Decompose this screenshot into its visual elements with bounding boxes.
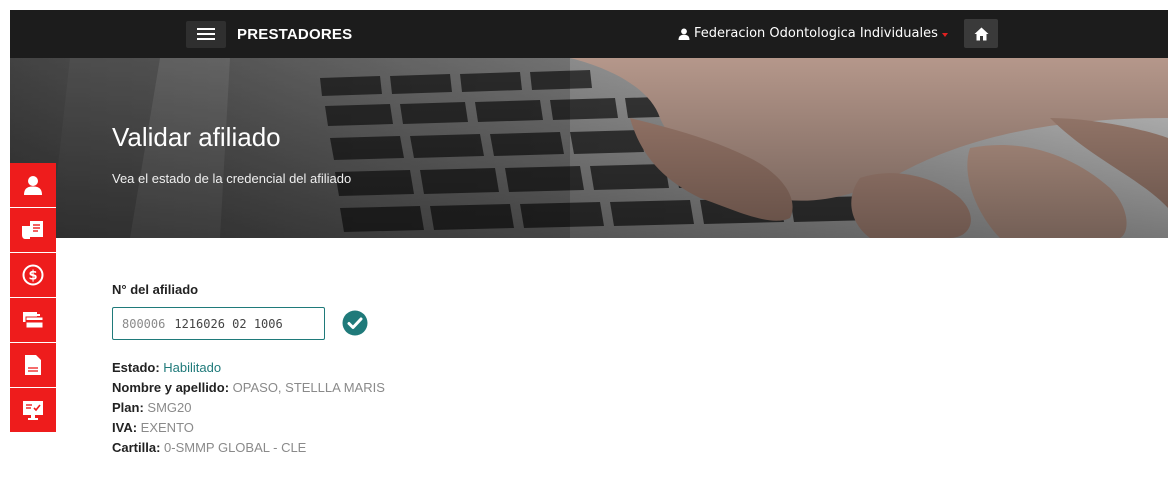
top-navbar: PRESTADORES Federacion Odontologica Indi… bbox=[10, 10, 1168, 58]
home-button[interactable] bbox=[964, 19, 998, 48]
iva-row: IVA: EXENTO bbox=[112, 420, 194, 436]
nombre-label: Nombre y apellido: bbox=[112, 380, 230, 395]
iva-value: EXENTO bbox=[140, 420, 194, 435]
card-icon bbox=[23, 312, 44, 329]
page: PRESTADORES Federacion Odontologica Indi… bbox=[0, 0, 1168, 478]
estado-row: Estado: Habilitado bbox=[112, 360, 221, 376]
hero-banner: Validar afiliado Vea el estado de la cre… bbox=[10, 58, 1168, 238]
monitor-icon bbox=[23, 401, 43, 420]
cartilla-label: Cartilla: bbox=[112, 440, 161, 455]
chevron-down-icon bbox=[941, 32, 948, 37]
iva-label: IVA: bbox=[112, 420, 138, 435]
nombre-value: OPASO, STELLLA MARIS bbox=[232, 380, 385, 395]
nombre-row: Nombre y apellido: OPASO, STELLLA MARIS bbox=[112, 380, 385, 396]
user-name: Federacion Odontologica Individuales bbox=[694, 26, 938, 41]
cartilla-value: 0-SMMP GLOBAL - CLE bbox=[164, 440, 307, 455]
user-menu[interactable]: Federacion Odontologica Individuales bbox=[678, 26, 948, 41]
side-toolbar: $ bbox=[10, 163, 56, 432]
sidebar-item-credentials[interactable] bbox=[10, 298, 56, 342]
page-subtitle: Vea el estado de la credencial del afili… bbox=[112, 171, 352, 186]
document-icon bbox=[25, 355, 41, 375]
afiliado-number-value: 1216026 02 1006 bbox=[174, 316, 283, 331]
plan-value: SMG20 bbox=[147, 400, 192, 415]
user-icon bbox=[24, 176, 42, 195]
sidebar-item-documents[interactable] bbox=[10, 343, 56, 387]
user-icon bbox=[678, 28, 690, 40]
plan-label: Plan: bbox=[112, 400, 144, 415]
sidebar-item-payments[interactable]: $ bbox=[10, 253, 56, 297]
brand-title: PRESTADORES bbox=[237, 26, 353, 43]
estado-value: Habilitado bbox=[163, 360, 222, 375]
check-circle-icon bbox=[342, 310, 368, 336]
svg-text:$: $ bbox=[28, 269, 37, 284]
sidebar-item-online[interactable] bbox=[10, 388, 56, 432]
estado-label: Estado: bbox=[112, 360, 160, 375]
afiliado-number-input[interactable]: 800006 1216026 02 1006 bbox=[112, 307, 325, 340]
cartilla-row: Cartilla: 0-SMMP GLOBAL - CLE bbox=[112, 440, 306, 456]
sidebar-item-billing[interactable] bbox=[10, 208, 56, 252]
menu-button[interactable] bbox=[186, 21, 226, 48]
page-title: Validar afiliado bbox=[112, 122, 281, 152]
invoice-icon bbox=[22, 221, 43, 239]
sidebar-item-profile[interactable] bbox=[10, 163, 56, 207]
afiliado-label: N° del afiliado bbox=[112, 282, 199, 297]
afiliado-prefix: 800006 bbox=[122, 316, 166, 331]
dollar-icon: $ bbox=[22, 264, 44, 286]
plan-row: Plan: SMG20 bbox=[112, 400, 192, 416]
home-icon bbox=[974, 27, 988, 40]
